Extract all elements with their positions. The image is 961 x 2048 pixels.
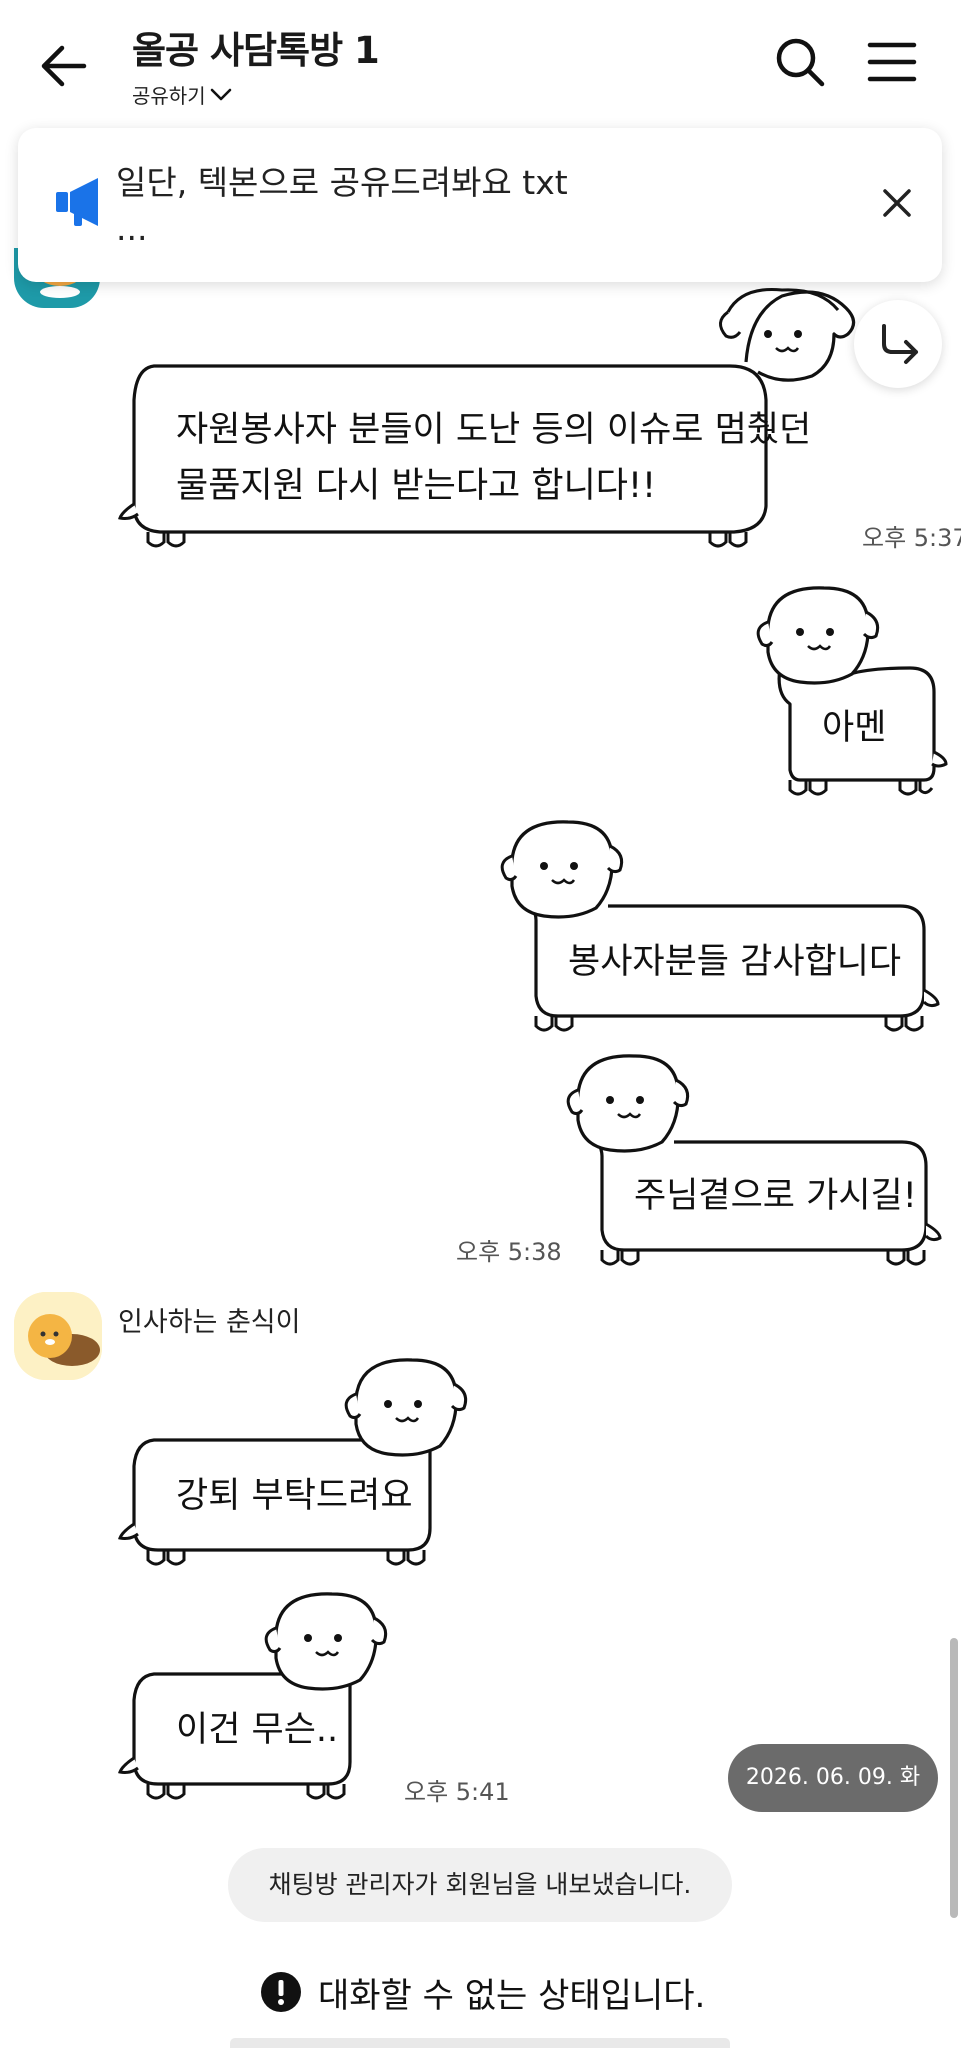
message-bubble[interactable]: 강퇴 부탁드려요: [118, 1354, 478, 1570]
close-notice-button[interactable]: [872, 178, 922, 228]
megaphone-icon: [48, 172, 110, 232]
message-bubble[interactable]: 자원봉사자 분들이 도난 등의 이슈로 멈췄던 물품지원 다시 받는다고 합니다…: [118, 282, 858, 554]
forward-icon: [882, 324, 918, 364]
search-icon: [776, 38, 825, 87]
notice-line-2: ...: [116, 209, 148, 248]
back-button[interactable]: [36, 36, 96, 96]
message-bubble[interactable]: 주님곁으로 가시길!: [562, 1050, 948, 1270]
bottom-bar: [230, 2038, 730, 2048]
pinned-notice[interactable]: 일단, 텍본으로 공유드려봐요 txt ...: [18, 128, 942, 282]
sender-name: 인사하는 춘식이: [118, 1307, 301, 1338]
disabled-notice-text: 대화할 수 없는 상태입니다.: [318, 1975, 706, 2016]
chat-disabled-notice: 대화할 수 없는 상태입니다.: [260, 1962, 705, 2022]
close-icon: [883, 189, 911, 217]
sender-avatar[interactable]: [14, 1292, 102, 1380]
chat-header: 올공 사담톡방 1 공유하기: [0, 0, 961, 120]
date-indicator: 2026. 06. 09. 화: [728, 1744, 938, 1812]
message-text: 이건 무슨..: [176, 1710, 339, 1750]
share-dropdown[interactable]: 공유하기: [132, 80, 232, 109]
message-time: 오후 5:38: [456, 1238, 562, 1266]
message-text: 봉사자분들 감사합니다: [568, 942, 902, 982]
share-label: 공유하기: [132, 84, 206, 108]
message-text: 아멘: [822, 708, 887, 748]
message-text: 주님곁으로 가시길!: [634, 1176, 917, 1216]
warning-icon: [261, 1972, 301, 2012]
chat-room-title: 올공 사담톡방 1: [132, 29, 380, 72]
system-message: 채팅방 관리자가 회원님을 내보냈습니다.: [228, 1848, 732, 1922]
chevron-down-icon: [210, 88, 231, 100]
back-arrow-icon: [41, 45, 87, 87]
message-line: 물품지원 다시 받는다고 합니다!!: [176, 466, 657, 506]
message-time: 오후 5:37: [862, 524, 961, 552]
message-text: 강퇴 부탁드려요: [176, 1476, 413, 1516]
message-bubble[interactable]: 이건 무슨..: [118, 1588, 398, 1804]
message-bubble[interactable]: 아멘: [750, 582, 950, 798]
menu-button[interactable]: [862, 32, 922, 92]
message-text: 자원봉사자 분들이 도난 등의 이슈로 멈췄던 물품지원 다시 받는다고 합니다…: [176, 402, 811, 514]
message-line: 자원봉사자 분들이 도난 등의 이슈로 멈췄던: [176, 410, 812, 450]
notice-line-1: 일단, 텍본으로 공유드려봐요 txt: [116, 163, 568, 202]
search-button[interactable]: [770, 32, 830, 92]
message-bubble[interactable]: 봉사자분들 감사합니다: [496, 816, 948, 1036]
forward-button[interactable]: [854, 300, 942, 388]
scrollbar[interactable]: [950, 1638, 958, 1918]
message-time: 오후 5:41: [404, 1778, 510, 1806]
hamburger-menu-icon: [867, 42, 917, 82]
notice-text: 일단, 텍본으로 공유드려봐요 txt ...: [116, 160, 568, 252]
